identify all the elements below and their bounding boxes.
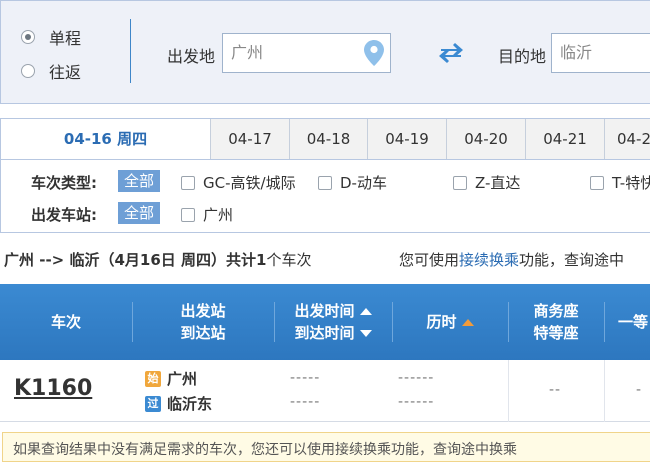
row-divider [604,360,605,422]
sort-arrive-time[interactable]: 到达时间 [294,322,372,344]
result-suffix: 个车次 [266,251,312,269]
start-badge: 始 [145,370,161,387]
to-label: 目的地 [498,47,547,66]
filter-d-label: D-动车 [340,174,387,192]
location-pin-icon[interactable] [364,40,384,66]
to-station: 过 临沂东 [145,393,212,414]
from-value: 广州 [231,43,264,62]
filter-gc-label: GC-高铁/城际 [203,174,296,192]
from-input[interactable]: 广州 [222,33,391,73]
one-way-option[interactable]: 单程 [21,25,81,49]
date-tab-0416[interactable]: 04-16 周四 [1,119,210,160]
first-class-value: - [636,382,643,398]
row-divider [508,360,509,422]
depart-time: ----- [290,370,321,386]
col-business: 商务座 特等座 [508,284,604,360]
from-station-name: 广州 [167,370,198,388]
round-trip-option[interactable]: 往返 [21,59,81,83]
filter-station-label: 广州 [203,206,234,224]
col-duration[interactable]: 历时 [392,284,508,360]
swap-arrows-icon[interactable] [438,41,464,65]
sort-up-icon[interactable] [359,308,372,315]
train-type-label: 车次类型: [31,174,97,192]
checkbox[interactable] [453,175,467,190]
one-way-label: 单程 [49,29,82,48]
duration-value: ------ [398,370,435,386]
from-label: 出发地 [167,47,216,66]
table-row: K1160 始 广州 过 临沂东 ----- ----- ------ ----… [0,360,650,422]
filter-z[interactable]: Z-直达 [453,172,520,193]
tip-after: 功能，查询途中 [519,251,625,269]
train-number-link[interactable]: K1160 [14,376,92,401]
sort-down-icon[interactable] [359,330,372,337]
col-times[interactable]: 出发时间 到达时间 [274,284,392,360]
search-panel: 单程 往返 出发地 广州 目的地 临沂 [0,0,650,104]
date-tab-0417[interactable]: 04-17 [210,119,289,160]
route-middle: 日 周四）共计 [160,251,257,269]
depart-station-label: 出发车站: [31,206,97,224]
date-tab-0421[interactable]: 04-21 [525,119,604,160]
duration-value-2: ------ [398,394,435,410]
business-seat-value: -- [549,382,562,398]
filter-t-label: T-特快 [612,174,650,192]
results-table-header: 车次 出发站 到达站 出发时间 到达时间 历时 商务座 特等座 一等 [0,284,650,360]
date-tabs: 04-16 周四 04-17 04-18 04-19 04-20 04-21 0… [0,118,650,160]
transfer-tip: 您可使用接续换乘功能，查询途中 [399,249,624,270]
one-way-radio[interactable] [21,30,35,44]
station-all-button[interactable]: 全部 [118,202,161,224]
col-depart-station: 出发站 [180,302,226,320]
round-trip-radio[interactable] [21,64,35,78]
sort-up-icon[interactable] [461,319,474,326]
col-first-label: 一等 [617,313,648,331]
col-special-label: 特等座 [533,324,579,342]
date-tab-0419[interactable]: 04-19 [367,119,446,160]
filter-area: 车次类型: 全部 GC-高铁/城际 D-动车 Z-直达 T-特快 出发车站: 全… [0,159,650,233]
arrive-time: ----- [290,394,321,410]
divider [130,19,131,83]
round-trip-label: 往返 [49,63,82,82]
result-summary: 广州 --> 临沂（4月16日 周四）共计1个车次 [4,249,311,270]
col-arrive-station: 到达站 [180,324,226,342]
col-first: 一等 [604,284,650,360]
filter-d[interactable]: D-动车 [318,172,387,193]
tip-before: 您可使用 [399,251,460,269]
col-depart-time: 出发时间 [294,302,355,320]
no-match-notice: 如果查询结果中没有满足需求的车次，您还可以使用接续换乘功能，查询途中换乘 [2,432,650,462]
col-stations: 出发站 到达站 [132,284,274,360]
sort-duration[interactable]: 历时 [426,311,474,333]
route-prefix: 广州 --> 临沂（4月 [4,251,140,269]
date-tab-0422[interactable]: 04-2 [604,119,650,160]
col-arrive-time: 到达时间 [294,324,355,342]
pass-badge: 过 [145,395,161,412]
sort-depart-time[interactable]: 出发时间 [294,300,372,322]
filter-station-guangzhou[interactable]: 广州 [181,204,233,225]
result-count: 1 [256,251,267,269]
filter-t[interactable]: T-特快 [590,172,650,193]
filter-gc[interactable]: GC-高铁/城际 [181,172,296,193]
to-value: 临沂 [560,43,593,62]
col-business-label: 商务座 [533,302,579,320]
date-tab-0420[interactable]: 04-20 [446,119,525,160]
route-day: 16 [139,251,161,269]
col-train-label: 车次 [50,313,81,331]
transfer-link[interactable]: 接续换乘 [459,251,519,269]
checkbox[interactable] [318,175,332,190]
checkbox[interactable] [590,175,604,190]
train-type-all-button[interactable]: 全部 [118,170,161,192]
from-station: 始 广州 [145,368,197,389]
to-station-name: 临沂东 [167,395,213,413]
to-input[interactable]: 临沂 [551,33,650,73]
date-tab-0418[interactable]: 04-18 [289,119,367,160]
col-duration-label: 历时 [426,313,457,331]
checkbox[interactable] [181,207,195,222]
filter-z-label: Z-直达 [475,174,521,192]
checkbox[interactable] [181,175,195,190]
col-train: 车次 [0,284,132,360]
